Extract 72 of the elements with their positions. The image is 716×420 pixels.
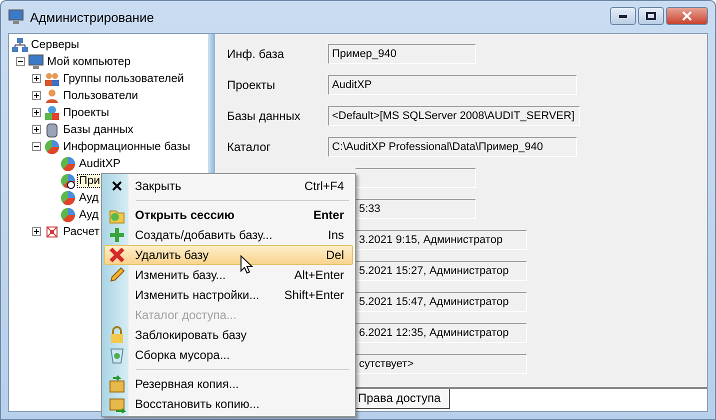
recycle-bin-icon <box>108 346 126 364</box>
read-only-field[interactable]: 6.2021 12:35, Администратор <box>355 322 527 342</box>
tab[interactable]: Права доступа <box>354 389 450 409</box>
tree-item[interactable]: Пользователи <box>61 88 140 102</box>
tree-item[interactable]: AuditXP <box>77 156 123 170</box>
cross-icon <box>108 246 126 264</box>
menu-item[interactable]: Закрыть Ctrl+F4 <box>104 176 353 196</box>
box-icon <box>108 375 126 393</box>
padlock-icon <box>108 326 126 344</box>
read-only-field[interactable]: 5:33 <box>355 198 476 218</box>
users-icon <box>44 70 60 86</box>
expand-icon[interactable] <box>32 125 41 134</box>
read-only-field[interactable]: 5.2021 15:47, Администратор <box>355 292 527 312</box>
monitor-icon <box>28 54 44 70</box>
menu-item[interactable]: Изменить базу... Alt+Enter <box>104 265 353 285</box>
pie-chart-icon <box>60 190 76 206</box>
read-only-field[interactable]: Пример_940 <box>328 44 476 64</box>
pie-chart-icon <box>60 206 76 222</box>
field-label: Проекты <box>227 78 276 92</box>
expand-icon[interactable] <box>32 91 41 100</box>
tree-item[interactable]: Проекты <box>61 106 112 120</box>
expand-icon[interactable] <box>32 227 41 236</box>
shapes-icon <box>44 104 60 120</box>
read-only-field[interactable] <box>355 168 476 188</box>
menu-item[interactable]: Резервная копия... <box>104 374 353 394</box>
plus-icon <box>108 226 126 244</box>
minimize-icon <box>619 14 627 18</box>
read-only-field[interactable]: C:\AuditXP Professional\Data\Пример_940 <box>328 136 577 156</box>
pie-chart-icon <box>44 138 60 154</box>
molecule-icon <box>44 224 60 240</box>
read-only-field[interactable]: 5.2021 15:27, Администратор <box>355 260 527 280</box>
tree-item[interactable]: Группы пользователей <box>61 72 186 86</box>
maximize-icon <box>646 12 656 20</box>
menu-item[interactable]: Открыть сессию Enter <box>104 205 353 225</box>
field-label: Инф. база <box>227 46 286 60</box>
close-icon <box>682 11 692 21</box>
menu-item[interactable]: Создать/добавить базу... Ins <box>104 225 353 245</box>
collapse-icon[interactable] <box>32 142 41 151</box>
tree-item[interactable]: Ауд <box>77 190 101 204</box>
tree-item[interactable]: Информационные базы <box>61 140 192 154</box>
network-icon <box>12 36 28 52</box>
window-title: Администрирование <box>30 10 155 24</box>
tree-item[interactable]: Серверы <box>29 38 82 52</box>
expand-icon[interactable] <box>32 108 41 117</box>
pie-chart-icon <box>60 156 76 172</box>
pie-chart-icon <box>60 172 76 188</box>
menu-item[interactable]: Восстановить копию... <box>104 394 353 414</box>
collapse-icon[interactable] <box>16 57 25 66</box>
read-only-field[interactable]: сутствует> <box>355 354 527 374</box>
tree-item[interactable]: При <box>77 174 102 188</box>
close-icon <box>112 181 122 191</box>
read-only-field[interactable]: AuditXP <box>328 74 577 94</box>
tree-item[interactable]: Ауд <box>77 208 101 222</box>
close-button[interactable] <box>666 7 708 25</box>
maximize-button[interactable] <box>638 7 664 25</box>
read-only-field[interactable]: <Default>[MS SQLServer 2008\AUDIT_SERVER] <box>328 106 580 126</box>
menu-item[interactable]: Удалить базу Del <box>104 245 353 265</box>
minimize-button[interactable] <box>610 7 636 25</box>
menu-item[interactable]: Изменить настройки... Shift+Enter <box>104 285 353 305</box>
tree-item[interactable]: Расчет <box>61 224 102 238</box>
field-label: Каталог <box>227 140 272 154</box>
tree-item[interactable]: Мой компьютер <box>45 54 133 68</box>
user-icon <box>44 88 60 104</box>
menu-item[interactable]: Заблокировать базу <box>104 325 353 345</box>
read-only-field[interactable]: 3.2021 9:15, Администратор <box>355 230 527 250</box>
cursor-icon <box>240 255 253 275</box>
tree-item[interactable]: Базы данных <box>61 122 136 136</box>
database-icon <box>44 122 60 138</box>
menu-item[interactable]: Сборка мусора... <box>104 345 353 365</box>
monitor-icon <box>8 9 24 25</box>
field-label: Базы данных <box>227 108 302 122</box>
expand-icon[interactable] <box>32 74 41 83</box>
